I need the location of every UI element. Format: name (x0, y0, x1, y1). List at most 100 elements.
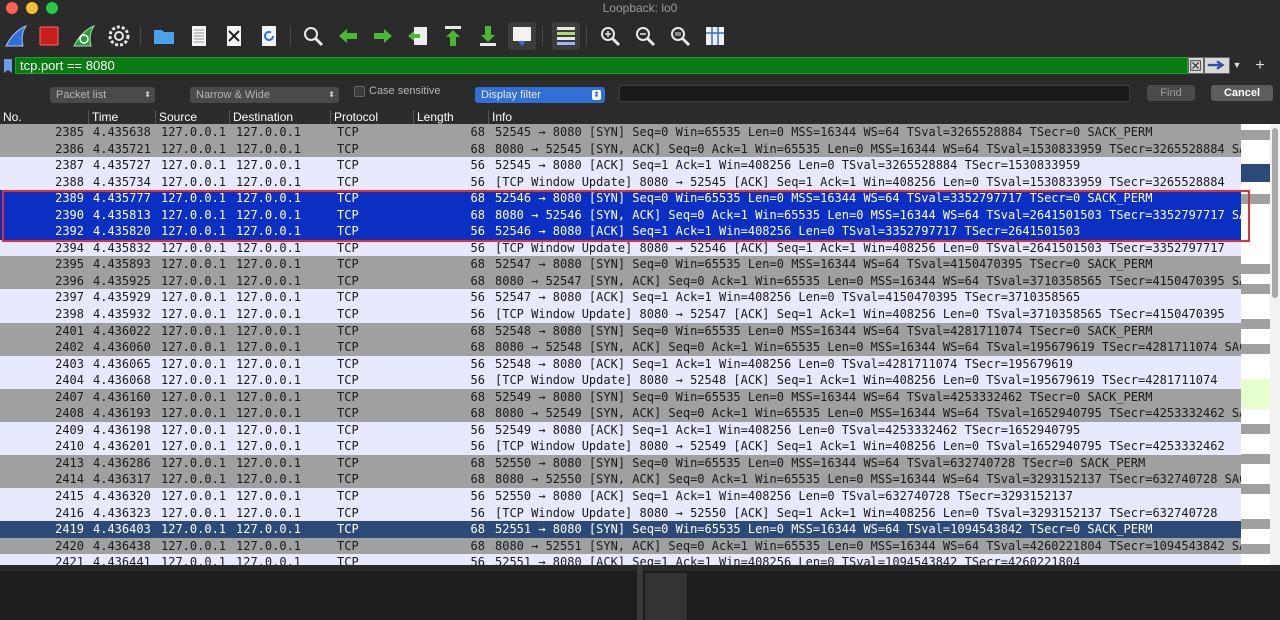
packet-minimap[interactable] (1241, 124, 1270, 565)
packet-time: 4.436068 (93, 373, 151, 388)
table-row[interactable]: 2413 4.436286 127.0.0.1 127.0.0.1 TCP 68 52550… (0, 454, 1241, 472)
packet-no: 2392 (55, 224, 84, 239)
search-type-select[interactable]: Display filter ⬍ (475, 87, 605, 103)
table-row[interactable]: 2410 4.436201 127.0.0.1 127.0.0.1 TCP 56 [TCP … (0, 438, 1241, 455)
search-string-input[interactable] (619, 85, 1130, 102)
table-row[interactable]: 2409 4.436198 127.0.0.1 127.0.0.1 TCP 56 52549… (0, 421, 1241, 439)
stop-icon[interactable] (35, 22, 63, 50)
column-header-destination[interactable]: Destination (230, 110, 331, 124)
packet-source: 127.0.0.1 (161, 406, 227, 421)
column-header-source[interactable]: Source (156, 110, 230, 124)
table-row[interactable]: 2389 4.435777 127.0.0.1 127.0.0.1 TCP 68 52546… (0, 190, 1241, 207)
go-back-icon[interactable] (334, 22, 362, 50)
zoom-out-icon[interactable] (631, 22, 659, 50)
packet-source: 127.0.0.1 (161, 125, 227, 139)
clear-filter-icon[interactable] (1188, 57, 1204, 74)
table-row[interactable]: 2396 4.435925 127.0.0.1 127.0.0.1 TCP 68 8080 … (0, 272, 1241, 290)
packet-info: 52547 → 8080 [SYN] Seq=0 Win=65535 Len=0… (495, 257, 1153, 272)
table-row[interactable]: 2415 4.436320 127.0.0.1 127.0.0.1 TCP 56 52550… (0, 488, 1241, 505)
packet-info: 52548 → 8080 [SYN] Seq=0 Win=65535 Len=0… (495, 323, 1153, 338)
vertical-scrollbar[interactable] (1270, 124, 1280, 565)
table-row[interactable]: 2394 4.435832 127.0.0.1 127.0.0.1 TCP 56 [TCP … (0, 239, 1241, 257)
scrollbar-thumb[interactable] (1272, 128, 1278, 298)
table-row[interactable]: 2402 4.436060 127.0.0.1 127.0.0.1 TCP 68 8080 … (0, 339, 1241, 356)
table-row[interactable]: 2414 4.436317 127.0.0.1 127.0.0.1 TCP 68 8080 … (0, 471, 1241, 489)
table-row[interactable]: 2395 4.435893 127.0.0.1 127.0.0.1 TCP 68 52547… (0, 256, 1241, 273)
zoom-reset-icon[interactable] (666, 22, 694, 50)
table-row[interactable]: 2387 4.435727 127.0.0.1 127.0.0.1 TCP 56 52545… (0, 157, 1241, 174)
table-row[interactable]: 2398 4.435932 127.0.0.1 127.0.0.1 TCP 56 [TCP … (0, 306, 1241, 323)
restart-capture-icon[interactable] (70, 22, 98, 50)
shark-fin-icon[interactable] (2, 22, 30, 50)
close-file-icon[interactable] (220, 22, 248, 50)
table-row[interactable]: 2404 4.436068 127.0.0.1 127.0.0.1 TCP 56 [TCP … (0, 372, 1241, 389)
autoscroll-icon[interactable] (508, 22, 536, 50)
table-row[interactable]: 2416 4.436323 127.0.0.1 127.0.0.1 TCP 56 [TCP … (0, 504, 1241, 522)
find-icon[interactable] (299, 22, 327, 50)
column-header-no[interactable]: No. (0, 110, 89, 124)
bottom-pane (0, 565, 1280, 620)
packet-protocol: TCP (337, 273, 359, 288)
packet-no: 2414 (55, 472, 84, 487)
packet-source: 127.0.0.1 (161, 505, 227, 520)
go-last-icon[interactable] (474, 22, 502, 50)
packet-info: [TCP Window Update] 8080 → 52547 [ACK] S… (495, 307, 1225, 322)
packet-length: 68 (470, 538, 485, 553)
column-header-protocol[interactable]: Protocol (331, 110, 414, 124)
table-row[interactable]: 2401 4.436022 127.0.0.1 127.0.0.1 TCP 68 52548… (0, 322, 1241, 340)
updown-icon: ⬍ (144, 90, 151, 99)
packet-length: 68 (470, 455, 485, 470)
column-header-info[interactable]: Info (489, 110, 1280, 124)
table-row[interactable]: 2388 4.435734 127.0.0.1 127.0.0.1 TCP 56 [TCP … (0, 173, 1241, 191)
capture-options-icon[interactable] (105, 22, 133, 50)
table-row[interactable]: 2420 4.436438 127.0.0.1 127.0.0.1 TCP 68 8080 … (0, 537, 1241, 555)
packet-source: 127.0.0.1 (161, 373, 227, 388)
table-row[interactable]: 2421 4.436441 127.0.0.1 127.0.0.1 TCP 56 52551… (0, 554, 1241, 565)
packet-source: 127.0.0.1 (161, 340, 227, 355)
save-file-icon[interactable] (185, 22, 213, 50)
apply-filter-icon[interactable] (1204, 57, 1230, 74)
go-forward-icon[interactable] (369, 22, 397, 50)
packet-info: 52546 → 8080 [SYN] Seq=0 Win=65535 Len=0… (495, 191, 1153, 206)
table-row[interactable]: 2408 4.436193 127.0.0.1 127.0.0.1 TCP 68 8080 … (0, 405, 1241, 422)
colorize-icon[interactable] (552, 22, 580, 50)
table-row[interactable]: 2407 4.436160 127.0.0.1 127.0.0.1 TCP 68 52549… (0, 388, 1241, 406)
table-row[interactable]: 2390 4.435813 127.0.0.1 127.0.0.1 TCP 68 8080 … (0, 206, 1241, 224)
packet-length: 56 (470, 290, 485, 305)
cancel-button[interactable]: Cancel (1211, 85, 1273, 101)
table-row[interactable]: 2385 4.435638 127.0.0.1 127.0.0.1 TCP 68 52545… (0, 124, 1241, 141)
table-row[interactable]: 2392 4.435820 127.0.0.1 127.0.0.1 TCP 56 52546… (0, 223, 1241, 240)
packet-info: 52549 → 8080 [ACK] Seq=1 Ack=1 Win=40825… (495, 422, 1081, 437)
packet-protocol: TCP (337, 191, 359, 206)
table-row[interactable]: 2403 4.436065 127.0.0.1 127.0.0.1 TCP 56 52548… (0, 355, 1241, 373)
column-header-time[interactable]: Time (89, 110, 156, 124)
packet-length: 68 (470, 406, 485, 421)
packet-info: 52551 → 8080 [ACK] Seq=1 Ack=1 Win=40825… (495, 555, 1081, 565)
table-row[interactable]: 2386 4.435721 127.0.0.1 127.0.0.1 TCP 68 8080 … (0, 140, 1241, 158)
search-scope-value: Packet list (56, 89, 107, 101)
find-button[interactable]: Find (1147, 85, 1195, 101)
reload-icon[interactable] (255, 22, 283, 50)
chevron-down-icon[interactable]: ▼ (1230, 57, 1244, 74)
resize-columns-icon[interactable] (701, 22, 729, 50)
search-scope-select[interactable]: Packet list ⬍ (50, 87, 155, 103)
bookmark-icon[interactable] (2, 58, 14, 74)
case-sensitive-checkbox[interactable] (354, 86, 365, 97)
char-mode-select[interactable]: Narrow & Wide ⬍ (190, 87, 339, 103)
go-to-packet-icon[interactable] (404, 22, 432, 50)
table-row[interactable]: 2419 4.436403 127.0.0.1 127.0.0.1 TCP 68 52551… (0, 521, 1241, 538)
minimap-mark (1241, 284, 1270, 294)
display-filter-input[interactable]: tcp.port == 8080 (15, 57, 1188, 74)
packet-time: 4.435813 (93, 207, 151, 222)
table-row[interactable]: 2397 4.435929 127.0.0.1 127.0.0.1 TCP 56 52547… (0, 289, 1241, 307)
packet-info: 8080 → 52551 [SYN, ACK] Seq=0 Ack=1 Win=… (495, 538, 1241, 553)
open-folder-icon[interactable] (150, 22, 178, 50)
split-handle[interactable] (637, 565, 643, 620)
zoom-in-icon[interactable] (596, 22, 624, 50)
toolbar-separator (290, 26, 291, 46)
packet-destination: 127.0.0.1 (236, 290, 302, 305)
add-filter-button-icon[interactable]: + (1252, 56, 1268, 76)
go-first-icon[interactable] (439, 22, 467, 50)
column-header-length[interactable]: Length (414, 110, 489, 124)
packet-protocol: TCP (337, 141, 359, 156)
